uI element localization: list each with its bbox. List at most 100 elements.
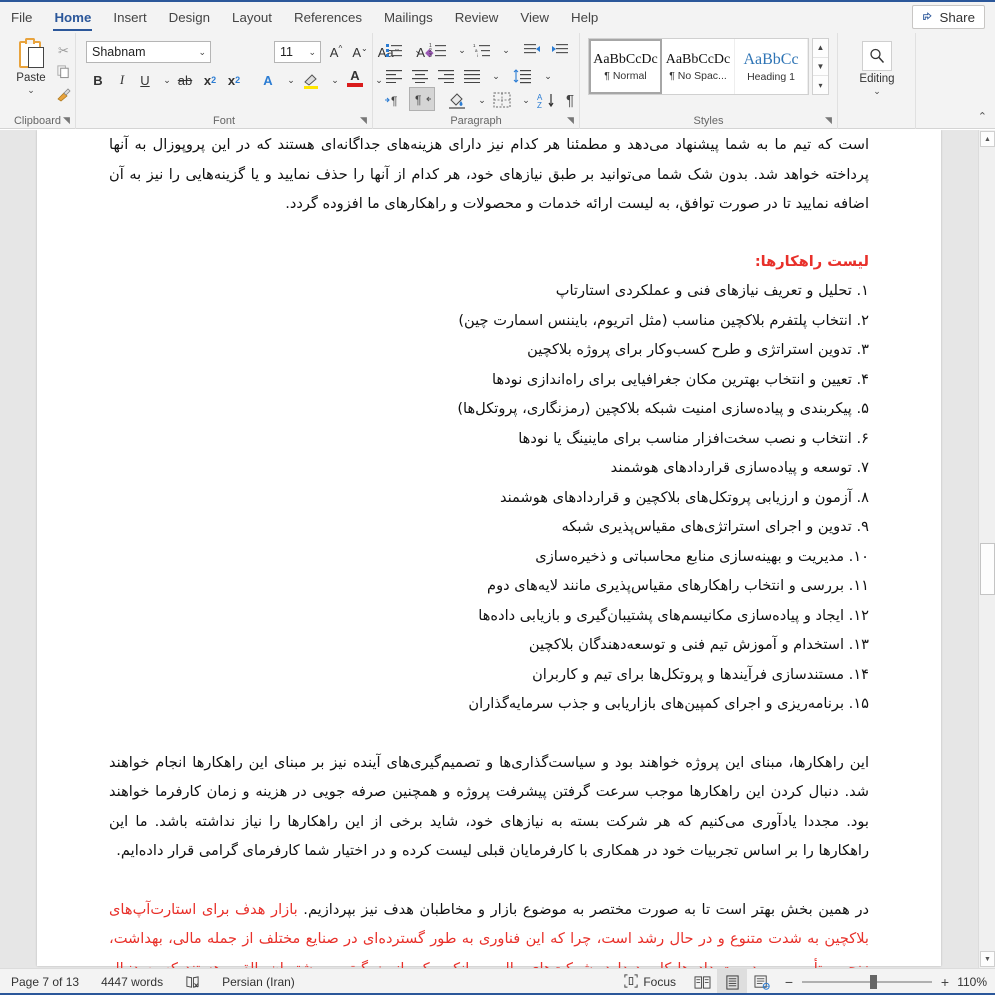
tab-design[interactable]: Design bbox=[158, 5, 221, 33]
svg-text:3: 3 bbox=[429, 53, 432, 58]
page-indicator[interactable]: Page 7 of 13 bbox=[0, 969, 90, 995]
editing-button[interactable]: Editing ⌄ bbox=[848, 41, 906, 97]
sort-button[interactable]: AZ bbox=[533, 89, 559, 111]
tab-insert[interactable]: Insert bbox=[102, 5, 157, 33]
numbering-button[interactable]: 123 bbox=[425, 39, 451, 61]
print-layout-button[interactable] bbox=[717, 968, 747, 995]
italic-button[interactable]: I bbox=[110, 69, 134, 91]
scrollbar-thumb[interactable] bbox=[980, 543, 995, 595]
justify-icon bbox=[464, 70, 480, 83]
show-formatting-marks-button[interactable]: ¶ bbox=[559, 89, 581, 111]
word-count[interactable]: 4447 words bbox=[90, 969, 174, 995]
justify-dropdown[interactable]: ⌄ bbox=[485, 65, 507, 87]
format-painter-icon[interactable] bbox=[54, 87, 73, 106]
grow-font-button[interactable]: A ^ bbox=[324, 41, 348, 63]
focus-label: Focus bbox=[643, 975, 676, 989]
highlight-button[interactable] bbox=[298, 69, 324, 91]
align-center-button[interactable] bbox=[407, 65, 433, 87]
strikethrough-button[interactable]: ab bbox=[172, 69, 198, 91]
ltr-direction-icon: ¶ bbox=[385, 94, 397, 108]
read-mode-button[interactable] bbox=[687, 969, 717, 995]
bold-button[interactable]: B bbox=[86, 69, 110, 91]
sort-icon: AZ bbox=[537, 93, 554, 109]
tab-help[interactable]: Help bbox=[560, 5, 609, 33]
paragraph-group-label: Paragraph bbox=[450, 115, 502, 127]
rtl-direction-button[interactable]: ¶ bbox=[409, 87, 435, 111]
align-left-button[interactable] bbox=[381, 65, 407, 87]
multilevel-list-button[interactable]: 1ai bbox=[469, 39, 495, 61]
increase-indent-button[interactable] bbox=[547, 39, 573, 61]
tab-references[interactable]: References bbox=[283, 5, 373, 33]
editing-label: Editing bbox=[859, 73, 895, 85]
zoom-out-button[interactable]: − bbox=[783, 974, 795, 990]
bullets-button[interactable] bbox=[381, 39, 407, 61]
zoom-in-button[interactable]: + bbox=[939, 974, 951, 990]
paragraph-spacer-1 bbox=[109, 719, 869, 748]
language-indicator[interactable]: Persian (Iran) bbox=[211, 969, 306, 995]
document-canvas[interactable]: است که تیم ما به شما پیشنهاد می‌دهد و مط… bbox=[0, 130, 978, 968]
copy-icon[interactable] bbox=[54, 64, 73, 83]
shrink-font-button[interactable]: A ⌄ bbox=[348, 41, 372, 63]
vertical-scrollbar[interactable]: ▲ ▼ bbox=[978, 130, 995, 968]
font-name-input[interactable]: Shabnam ⌄ bbox=[86, 41, 211, 63]
tab-home[interactable]: Home bbox=[43, 5, 102, 33]
style-no-spacing[interactable]: AaBbCcDc ¶ No Spac... bbox=[662, 39, 735, 94]
proofing-status-icon[interactable] bbox=[174, 969, 211, 995]
paste-dropdown-caret[interactable]: ⌄ bbox=[8, 85, 54, 96]
font-size-input[interactable]: 11 ⌄ bbox=[274, 41, 321, 63]
list-item: ۱. تحلیل و تعریف نیازهای فنی و عملکردی ا… bbox=[555, 282, 869, 299]
shading-button[interactable] bbox=[443, 89, 471, 111]
clipboard-dialog-launcher[interactable]: ◥ bbox=[61, 115, 72, 126]
zoom-level-label[interactable]: 110% bbox=[957, 975, 995, 989]
tab-layout[interactable]: Layout bbox=[221, 5, 283, 33]
justify-button[interactable] bbox=[459, 65, 485, 87]
grow-font-icon: A bbox=[329, 44, 339, 60]
font-dialog-launcher[interactable]: ◥ bbox=[358, 115, 369, 126]
share-label: Share bbox=[939, 9, 975, 25]
styles-more-icon[interactable]: ▾ bbox=[813, 76, 828, 94]
paste-button[interactable]: Paste ⌄ bbox=[8, 38, 54, 96]
web-layout-button[interactable] bbox=[747, 969, 777, 995]
line-spacing-dropdown[interactable]: ⌄ bbox=[537, 65, 559, 87]
font-color-button[interactable]: A bbox=[342, 67, 368, 89]
zoom-slider-thumb[interactable] bbox=[870, 975, 877, 989]
superscript-icon: x bbox=[227, 72, 236, 88]
underline-button[interactable]: U bbox=[134, 69, 156, 91]
ribbon-group-clipboard: Paste ⌄ ✂ Clipboard ◥ bbox=[0, 33, 76, 129]
multilevel-dropdown[interactable]: ⌄ bbox=[495, 39, 517, 61]
collapse-ribbon-button[interactable]: ⌃ bbox=[978, 110, 987, 123]
tab-mailings[interactable]: Mailings bbox=[373, 5, 444, 33]
scroll-up-icon[interactable]: ▲ bbox=[980, 131, 995, 147]
ribbon-group-styles: AaBbCcDc ¶ Normal AaBbCcDc ¶ No Spac... … bbox=[580, 33, 838, 129]
style-heading-1[interactable]: AaBbCc Heading 1 bbox=[735, 39, 808, 94]
zoom-slider-track[interactable] bbox=[802, 975, 932, 989]
scroll-down-icon[interactable]: ▼ bbox=[980, 951, 995, 967]
focus-mode-button[interactable]: Focus bbox=[613, 969, 687, 995]
page-content: است که تیم ما به شما پیشنهاد می‌دهد و مط… bbox=[37, 130, 941, 968]
style-normal-label: ¶ Normal bbox=[604, 69, 647, 82]
font-size-caret-icon: ⌄ bbox=[308, 47, 316, 57]
subscript-button[interactable]: x2 bbox=[198, 69, 222, 91]
styles-dialog-launcher[interactable]: ◥ bbox=[823, 115, 834, 126]
align-right-button[interactable] bbox=[433, 65, 459, 87]
tab-review[interactable]: Review bbox=[444, 5, 510, 33]
style-normal[interactable]: AaBbCcDc ¶ Normal bbox=[589, 39, 662, 94]
tab-file[interactable]: File bbox=[0, 5, 43, 33]
document-page[interactable]: است که تیم ما به شما پیشنهاد می‌دهد و مط… bbox=[37, 130, 941, 968]
borders-button[interactable] bbox=[489, 89, 515, 111]
tab-view[interactable]: View bbox=[509, 5, 560, 33]
share-button[interactable]: Share bbox=[911, 5, 985, 29]
text-effects-button[interactable]: A bbox=[256, 69, 280, 91]
ltr-direction-button[interactable]: ¶ bbox=[381, 89, 407, 111]
styles-scroll-down-icon[interactable]: ▼ bbox=[813, 58, 828, 77]
decrease-indent-button[interactable] bbox=[519, 39, 545, 61]
superscript-button[interactable]: x2 bbox=[222, 69, 246, 91]
paragraph-dialog-launcher[interactable]: ◥ bbox=[565, 115, 576, 126]
font-name-caret-icon: ⌄ bbox=[198, 47, 206, 57]
cut-icon[interactable]: ✂ bbox=[54, 41, 73, 60]
styles-scroll-up-icon[interactable]: ▲ bbox=[813, 39, 828, 58]
line-spacing-button[interactable] bbox=[509, 65, 537, 87]
font-group-label: Font bbox=[212, 115, 235, 127]
zoom-control[interactable]: − + bbox=[777, 974, 957, 990]
editing-dropdown-caret[interactable]: ⌄ bbox=[848, 86, 906, 97]
